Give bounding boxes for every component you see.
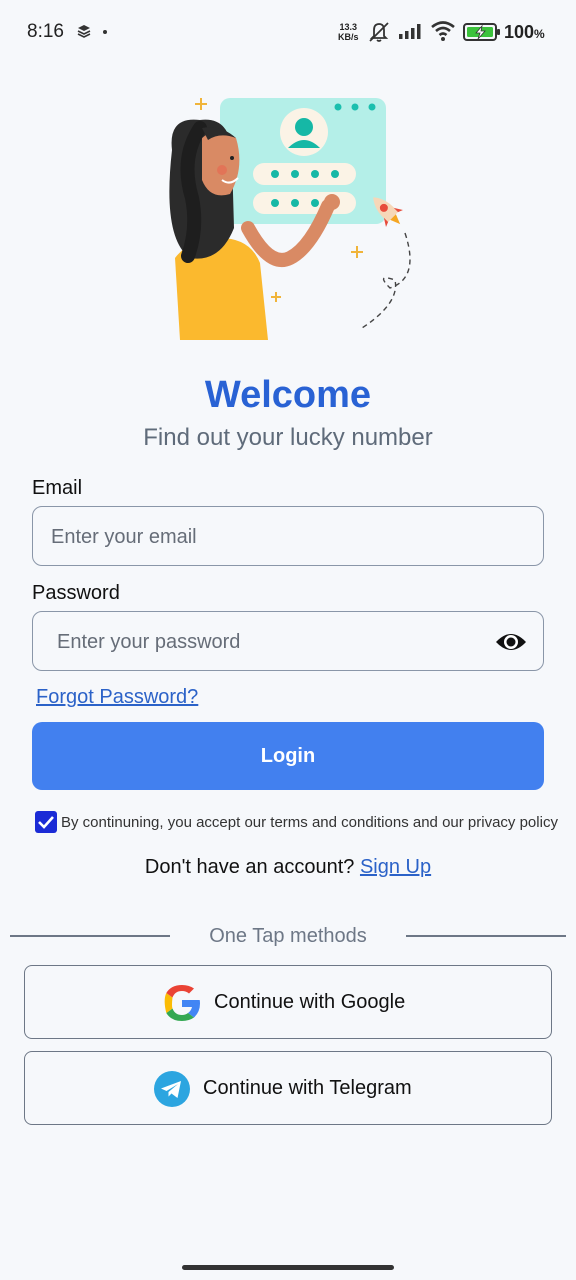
telegram-icon (154, 1071, 190, 1107)
welcome-subtitle: Find out your lucky number (143, 424, 433, 451)
check-icon (38, 816, 54, 829)
status-bar: 8:16 13.3 KB/s 100% (0, 0, 576, 64)
divider-right (406, 935, 566, 937)
signup-link[interactable]: Sign Up (360, 856, 431, 878)
google-icon (164, 985, 200, 1021)
terms-text: By continuning, you accept our terms and… (61, 814, 558, 831)
battery-percentage: 100% (504, 22, 545, 43)
one-tap-divider-text: One Tap methods (209, 925, 367, 947)
layers-icon (77, 25, 91, 38)
google-signin-button[interactable]: Continue with Google (24, 965, 552, 1039)
network-speed: 13.3 KB/s (338, 22, 359, 42)
password-field[interactable] (55, 612, 499, 672)
battery-unit: % (534, 27, 545, 41)
network-speed-value: 13.3 (339, 22, 358, 32)
mute-icon (369, 22, 389, 42)
login-button[interactable]: Login (32, 722, 544, 790)
email-field[interactable] (49, 507, 493, 567)
email-field-container (32, 506, 544, 567)
login-illustration (169, 98, 411, 340)
password-label: Password (32, 582, 120, 604)
status-time: 8:16 (27, 21, 64, 42)
eye-icon[interactable] (495, 628, 527, 656)
telegram-signin-button[interactable]: Continue with Telegram (24, 1051, 552, 1125)
telegram-signin-label: Continue with Telegram (203, 1077, 412, 1099)
google-signin-label: Continue with Google (214, 991, 406, 1013)
welcome-title: Welcome (204, 374, 372, 416)
signup-prompt: Don't have an account? (144, 856, 355, 878)
signup-row: Don't have an account? Sign Up (0, 856, 576, 879)
terms-row: By continuning, you accept our terms and… (35, 810, 575, 836)
forgot-password-link[interactable]: Forgot Password? (36, 686, 198, 709)
battery-value: 100 (504, 22, 535, 42)
password-field-container (32, 611, 544, 672)
terms-checkbox[interactable] (35, 811, 57, 833)
email-label: Email (32, 477, 83, 499)
signal-icon (399, 24, 421, 39)
home-indicator[interactable] (182, 1265, 394, 1270)
notification-dot (103, 30, 107, 34)
battery-charging-icon (463, 23, 500, 41)
wifi-icon (431, 21, 455, 41)
network-speed-unit: KB/s (338, 32, 359, 42)
